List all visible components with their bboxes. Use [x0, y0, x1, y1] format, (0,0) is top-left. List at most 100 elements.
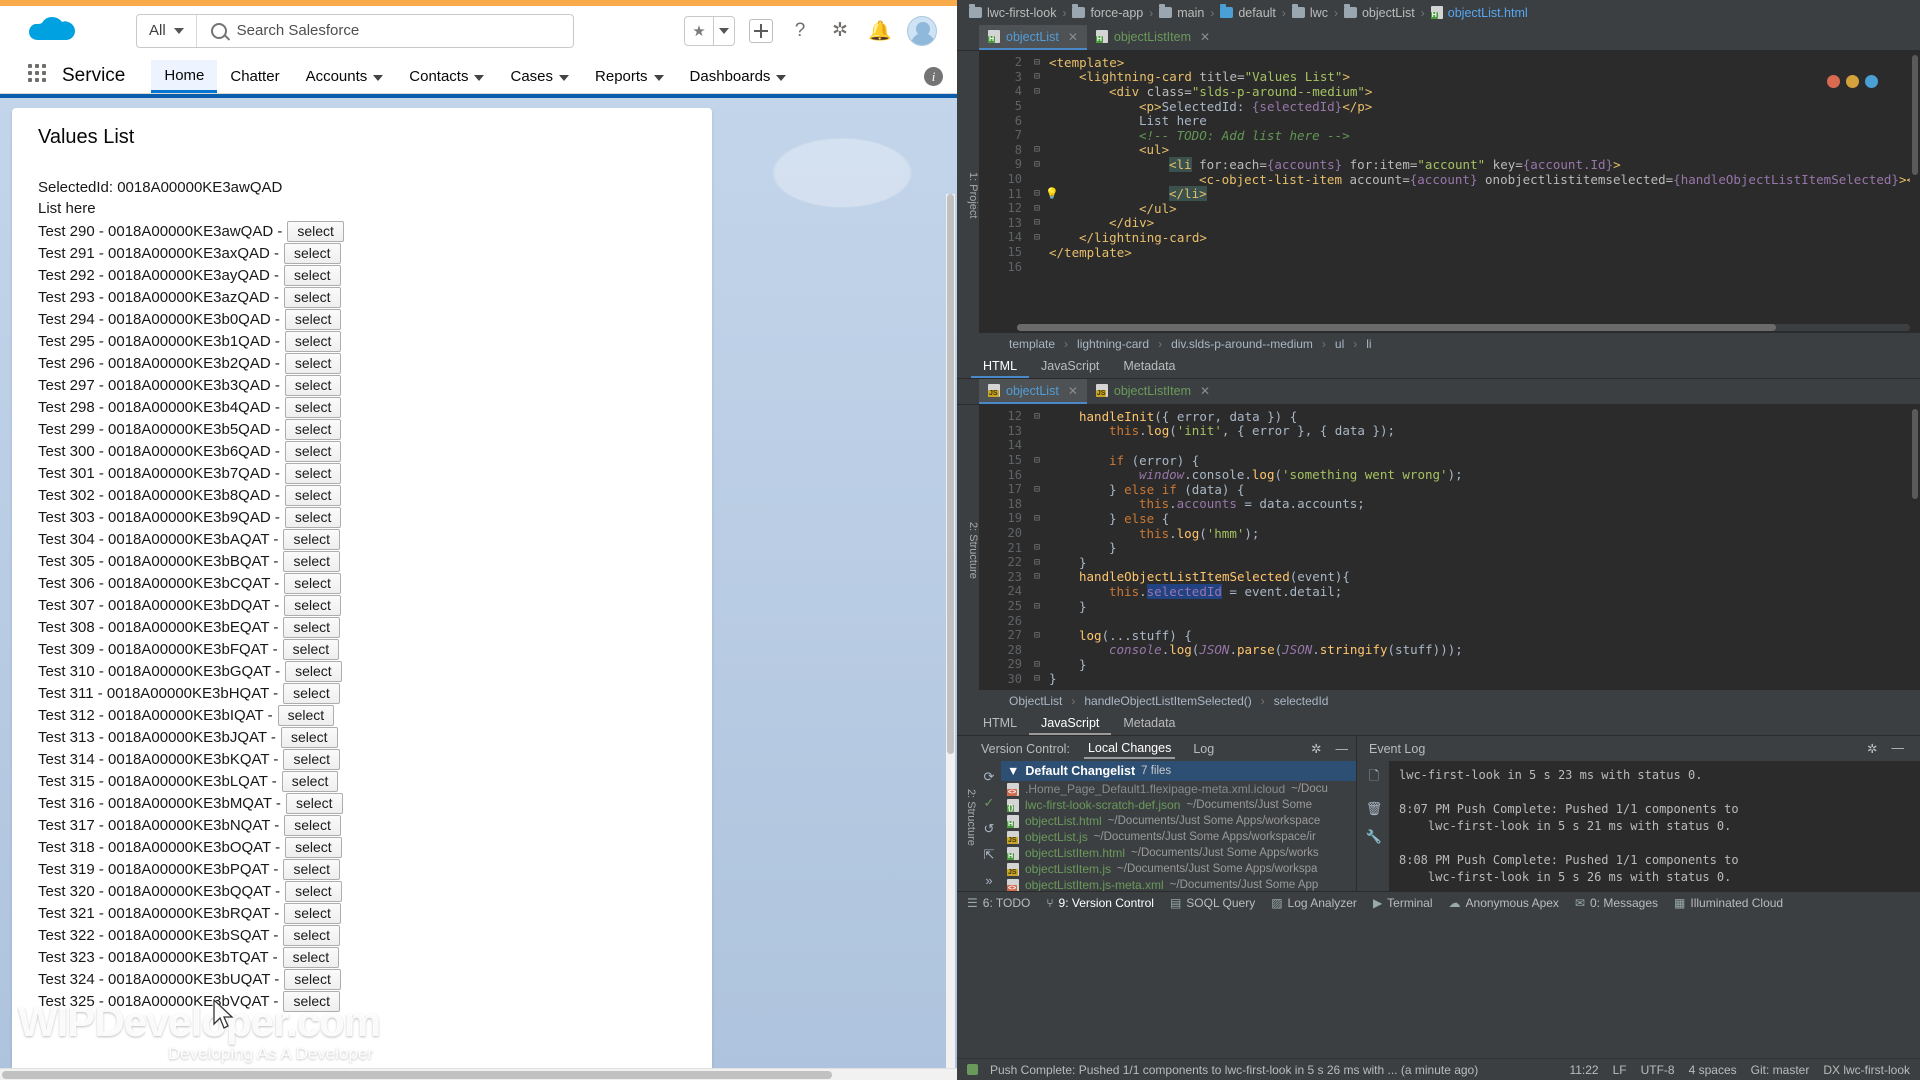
vc-file-row[interactable]: HobjectList.html ~/Documents/Just Some Ap…: [1001, 813, 1356, 829]
vc-file-row[interactable]: JS objectList.js ~/Documents/Just Some App…: [1001, 829, 1356, 845]
close-icon[interactable]: ✕: [1068, 384, 1078, 398]
vc-tab-local-changes[interactable]: Local Changes: [1083, 739, 1176, 759]
select-button[interactable]: select: [284, 463, 342, 484]
structure-breadcrumb-item[interactable]: template: [1009, 337, 1055, 351]
breadcrumb-item[interactable]: HobjectList.html: [1430, 6, 1528, 20]
subtab-metadata[interactable]: Metadata: [1111, 712, 1187, 735]
select-button[interactable]: select: [284, 507, 342, 528]
select-button[interactable]: select: [283, 265, 341, 286]
select-button[interactable]: select: [281, 771, 339, 792]
breadcrumb-item[interactable]: lwc-first-look: [969, 4, 1056, 20]
fold-icon[interactable]: ⊟: [1031, 232, 1043, 243]
select-button[interactable]: select: [283, 529, 341, 550]
editor-vscrollbar[interactable]: [1910, 51, 1920, 333]
indent-setting[interactable]: 4 spaces: [1689, 1063, 1737, 1077]
vc-file-row[interactable]: JS objectListItem.js ~/Documents/Just Some…: [1001, 861, 1356, 877]
select-button[interactable]: select: [280, 727, 338, 748]
subtab-html[interactable]: HTML: [971, 355, 1030, 378]
vc-file-row[interactable]: <> .Home_Page_Default1.flexipage-meta.xml…: [1001, 781, 1356, 797]
project-tool-strip[interactable]: 1: Project: [957, 51, 979, 333]
js-code-editor[interactable]: 2: Structure 12 ⊟ handleInit({ error, data…: [957, 405, 1920, 690]
tool-tab-6-todo[interactable]: ☰ 6: TODO: [967, 896, 1030, 910]
help-icon[interactable]: ?: [787, 18, 813, 44]
tab-cases[interactable]: Cases: [497, 60, 582, 93]
info-icon[interactable]: i: [924, 67, 943, 86]
avatar[interactable]: [907, 15, 937, 46]
editor-tab-objectlist-js[interactable]: JS objectList ✕: [979, 379, 1087, 404]
fold-icon[interactable]: ⊟: [1031, 57, 1043, 68]
changelist-row[interactable]: ▼ Default Changelist 7 files: [1001, 761, 1356, 781]
page-scrollbar-vertical[interactable]: [946, 194, 955, 1074]
select-button[interactable]: select: [283, 925, 341, 946]
check-icon[interactable]: ✓: [984, 795, 995, 811]
subtab-javascript[interactable]: JavaScript: [1029, 712, 1112, 735]
global-search[interactable]: All Search Salesforce: [136, 13, 574, 48]
breadcrumb-item[interactable]: main: [1159, 4, 1204, 20]
vc-file-row[interactable]: <> objectListItem.js-meta.xml ~/Documents/…: [1001, 877, 1356, 891]
minimize-icon[interactable]: —: [1892, 741, 1905, 756]
vc-file-row[interactable]: {} lwc-first-look-scratch-def.json ~/Docum…: [1001, 797, 1356, 813]
revert-icon[interactable]: ↺: [984, 821, 995, 837]
tool-tab-log-analyzer[interactable]: ▨ Log Analyzer: [1271, 896, 1357, 910]
tab-home[interactable]: Home: [151, 60, 218, 93]
tool-tab-illuminated-cloud[interactable]: ▦ Illuminated Cloud: [1674, 896, 1783, 910]
favorites-button[interactable]: ★: [684, 15, 735, 46]
select-button[interactable]: select: [285, 881, 342, 902]
select-button[interactable]: select: [285, 793, 343, 814]
app-launcher-icon[interactable]: [28, 64, 48, 84]
fold-icon[interactable]: ⊟: [1031, 411, 1043, 422]
gear-icon[interactable]: ✲: [1311, 741, 1321, 756]
select-button[interactable]: select: [283, 617, 341, 638]
caret-position[interactable]: 11:22: [1569, 1063, 1598, 1077]
fold-icon[interactable]: ⊟: [1031, 455, 1043, 466]
refresh-icon[interactable]: ⟳: [984, 769, 995, 785]
gear-icon[interactable]: ✲: [827, 18, 853, 44]
fold-icon[interactable]: ⊟: [1031, 630, 1043, 641]
line-separator[interactable]: LF: [1613, 1063, 1627, 1077]
structure-breadcrumb-item[interactable]: li: [1366, 337, 1371, 351]
fold-icon[interactable]: ⊟: [1031, 571, 1043, 582]
vc-tab-log[interactable]: Log: [1189, 740, 1218, 758]
breadcrumb-item[interactable]: objectList: [1343, 4, 1415, 20]
breadcrumb-item[interactable]: force-app: [1072, 4, 1143, 20]
chevron-down-icon[interactable]: [714, 17, 734, 45]
bell-icon[interactable]: 🔔: [867, 18, 893, 44]
fold-icon[interactable]: ⊟: [1031, 217, 1043, 228]
fold-icon[interactable]: ⊟: [1031, 557, 1043, 568]
select-button[interactable]: select: [282, 639, 340, 660]
select-button[interactable]: select: [283, 683, 340, 704]
structure-breadcrumb-item[interactable]: ObjectList: [1009, 694, 1062, 708]
fold-icon[interactable]: ⊟: [1031, 659, 1043, 670]
fold-icon[interactable]: ⊟: [1031, 601, 1043, 612]
select-button[interactable]: select: [282, 947, 340, 968]
gear-icon[interactable]: ✲: [1867, 741, 1877, 756]
delete-icon[interactable]: 🗑: [1366, 801, 1383, 817]
tab-chatter[interactable]: Chatter: [217, 60, 292, 93]
select-button[interactable]: select: [284, 595, 341, 616]
tool-tab-9-version-control[interactable]: ⑂ 9: Version Control: [1046, 896, 1154, 910]
select-button[interactable]: select: [284, 485, 342, 506]
select-button[interactable]: select: [284, 397, 342, 418]
vc-file-list[interactable]: ▼ Default Changelist 7 files <> .Home_Pag…: [1001, 761, 1356, 891]
select-button[interactable]: select: [284, 573, 341, 594]
page-scrollbar-horizontal[interactable]: [0, 1068, 957, 1080]
editor-tab-objectlist-html[interactable]: H objectList ✕: [979, 25, 1087, 50]
close-icon[interactable]: ✕: [1068, 30, 1078, 44]
fold-icon[interactable]: ⊟: [1031, 86, 1043, 97]
tab-accounts[interactable]: Accounts: [293, 60, 397, 93]
tab-reports[interactable]: Reports: [582, 60, 677, 93]
editor-tab-objectlistitem-html[interactable]: H objectListItem ✕: [1087, 25, 1219, 50]
select-button[interactable]: select: [283, 551, 341, 572]
structure-strip-label[interactable]: 2: Structure: [957, 736, 977, 891]
select-button[interactable]: select: [284, 309, 342, 330]
fold-icon[interactable]: ⊟: [1031, 203, 1043, 214]
fold-icon[interactable]: ⊟: [1031, 188, 1043, 199]
structure-breadcrumb-item[interactable]: handleObjectListItemSelected(): [1084, 694, 1251, 708]
fold-icon[interactable]: ⊟: [1031, 484, 1043, 495]
intention-bulb-icon[interactable]: 💡: [1045, 187, 1059, 200]
git-branch[interactable]: Git: master: [1751, 1063, 1810, 1077]
tab-dashboards[interactable]: Dashboards: [677, 60, 800, 93]
structure-breadcrumb-item[interactable]: div.slds-p-around--medium: [1171, 337, 1313, 351]
tool-tab-anonymous-apex[interactable]: ☁ Anonymous Apex: [1449, 896, 1559, 910]
select-button[interactable]: select: [277, 705, 335, 726]
